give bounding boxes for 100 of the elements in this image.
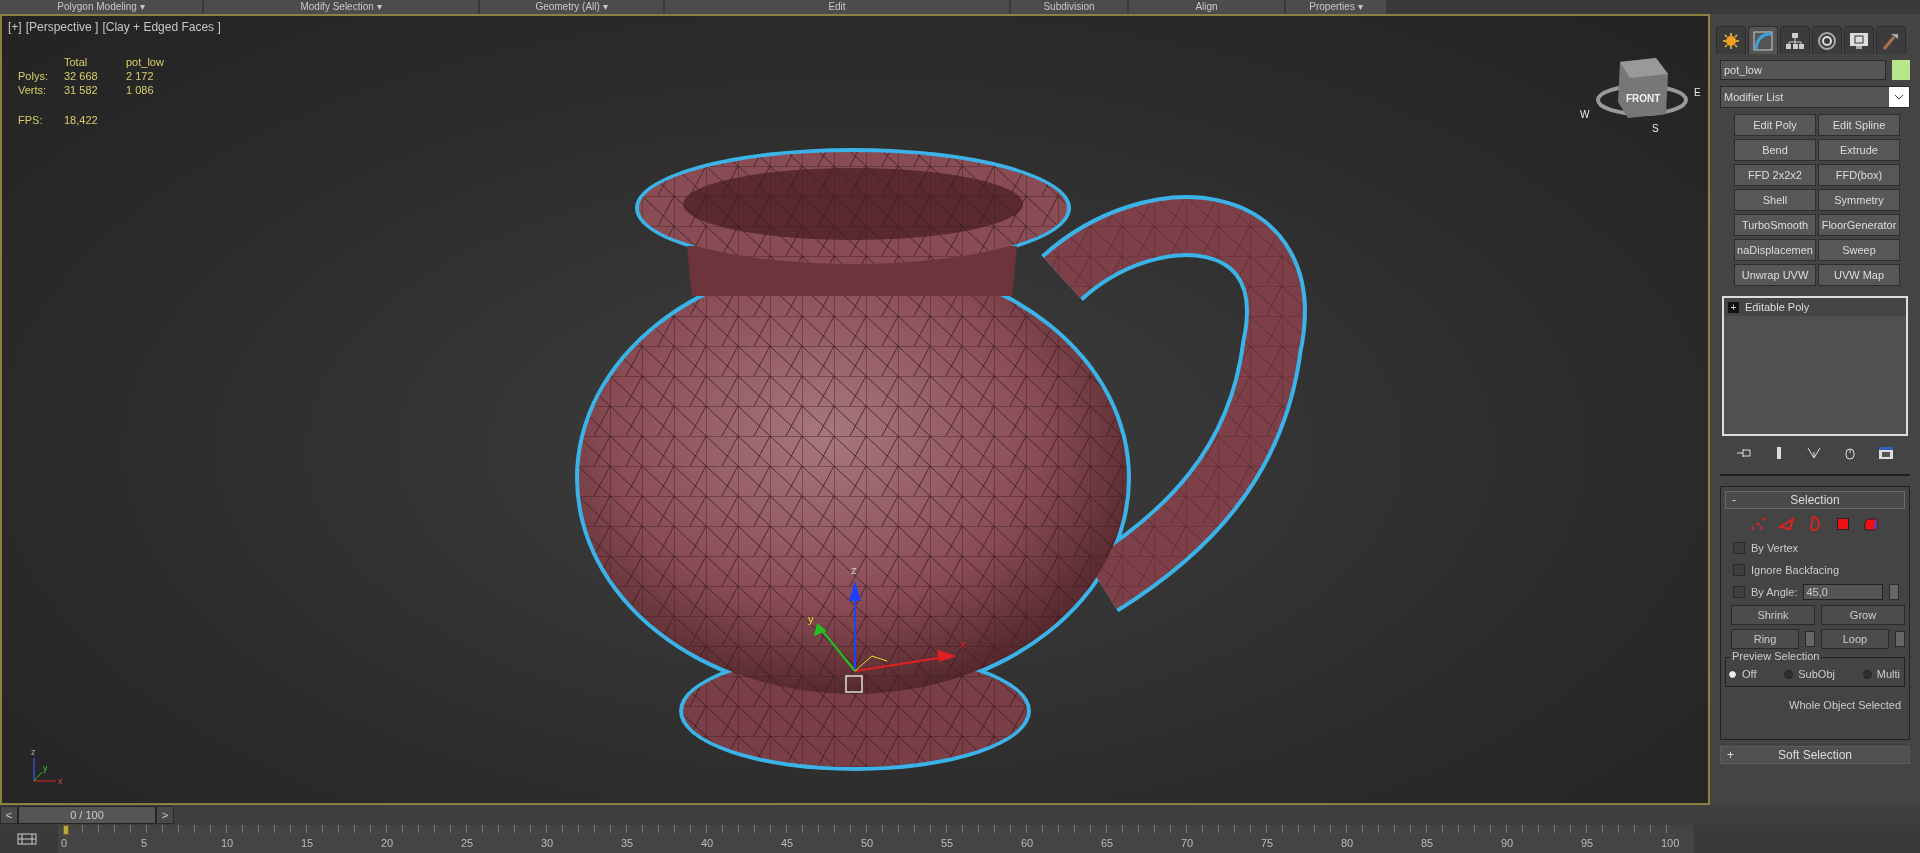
checkbox[interactable] xyxy=(1733,586,1745,598)
frame-number: 90 xyxy=(1501,837,1515,849)
timeline-ruler[interactable]: 0 5 10 15 20 25 30 35 40 45 50 55 60 65 70 75 80 85 90 95 100 xyxy=(58,825,1694,853)
object-color-swatch[interactable] xyxy=(1892,60,1910,80)
frame-number: 70 xyxy=(1181,837,1195,849)
selection-button[interactable]: Shrink xyxy=(1731,605,1815,625)
target-icon xyxy=(1817,30,1837,51)
radio-dot[interactable] xyxy=(1862,669,1872,679)
move-gizmo-drawing: x y z xyxy=(808,564,966,693)
subobject-button[interactable] xyxy=(1834,515,1852,533)
selection-button[interactable]: Loop xyxy=(1821,629,1889,649)
ribbon-tab[interactable]: Align xyxy=(1129,0,1284,14)
modifier-button[interactable]: FloorGenerator xyxy=(1818,214,1900,236)
modifier-button[interactable]: Unwrap UVW xyxy=(1734,264,1816,286)
command-panel-tab[interactable] xyxy=(1716,26,1746,54)
frame-number: 100 xyxy=(1661,837,1681,849)
frame-number: 50 xyxy=(861,837,875,849)
stack-item-label: Editable Poly xyxy=(1745,301,1810,313)
modifier-button[interactable]: Symmetry xyxy=(1818,189,1900,211)
next-frame-button[interactable]: > xyxy=(156,806,174,824)
fps-value: 18,422 xyxy=(64,114,99,126)
stats-label: Verts: xyxy=(18,84,48,96)
viewport-menu-label[interactable]: [+] xyxy=(8,20,22,34)
modifier-button[interactable]: Extrude xyxy=(1818,139,1900,161)
radio-dot[interactable] xyxy=(1784,669,1794,679)
selection-status: Whole Object Selected xyxy=(1788,698,1902,713)
frame-number: 75 xyxy=(1261,837,1275,849)
square-icon xyxy=(1837,518,1849,530)
command-panel-tab[interactable] xyxy=(1748,26,1778,54)
frame-number: 20 xyxy=(381,837,395,849)
stats-header: pot_low xyxy=(126,56,165,68)
ribbon-tab[interactable]: Edit xyxy=(665,0,1009,14)
modifier-button[interactable]: FFD 2x2x2 xyxy=(1734,164,1816,186)
modifier-button[interactable]: Bend xyxy=(1734,139,1816,161)
curve-icon xyxy=(1753,30,1773,51)
time-slider-thumb[interactable]: 0 / 100 xyxy=(18,806,156,824)
frame-number: 15 xyxy=(301,837,315,849)
hierarchy-icon xyxy=(1785,31,1805,50)
previous-frame-button[interactable]: < xyxy=(0,806,18,824)
ribbon-tab[interactable]: Subdivision xyxy=(1011,0,1127,14)
window-grid-icon[interactable] xyxy=(1878,446,1895,460)
angle-field[interactable]: 45,0 xyxy=(1803,584,1884,600)
modifier-button[interactable]: UVW Map xyxy=(1818,264,1900,286)
chevron-down-icon xyxy=(1894,94,1904,100)
checkbox[interactable] xyxy=(1733,542,1745,554)
rollout-header[interactable]: - Selection xyxy=(1725,491,1905,509)
command-panel-tab[interactable] xyxy=(1780,26,1810,54)
modifier-button[interactable]: Shell xyxy=(1734,189,1816,211)
modifier-button[interactable]: FFD(box) xyxy=(1818,164,1900,186)
viewport-menu-label[interactable]: [Perspective ] xyxy=(25,20,99,34)
subobject-button[interactable] xyxy=(1778,515,1796,533)
spinner-icon[interactable] xyxy=(1895,631,1905,647)
modifier-button[interactable]: naDisplacemen xyxy=(1734,239,1816,261)
expand-toggle[interactable]: + xyxy=(1728,301,1739,313)
checkbox[interactable] xyxy=(1733,564,1745,576)
radio-option[interactable]: Off xyxy=(1728,668,1757,680)
checkbox-label: By Vertex xyxy=(1751,542,1799,554)
radio-dot[interactable] xyxy=(1728,669,1737,679)
modifier-list-dropdown[interactable]: Modifier List xyxy=(1720,86,1910,108)
modifier-button[interactable]: Sweep xyxy=(1818,239,1900,261)
frame-number: 30 xyxy=(541,837,555,849)
monitor-icon xyxy=(1849,31,1869,50)
subobject-button[interactable] xyxy=(1862,515,1880,533)
ribbon-tab[interactable]: Modify Selection ▾ xyxy=(204,0,478,14)
fps-label: FPS: xyxy=(18,114,44,126)
frame-number: 5 xyxy=(141,837,149,849)
mouse-icon[interactable] xyxy=(1844,446,1855,460)
viewport-menu-label[interactable]: [Clay + Edged Faces ] xyxy=(102,20,221,34)
modifier-button[interactable]: Edit Spline xyxy=(1818,114,1900,136)
frame-number: 10 xyxy=(221,837,235,849)
pin-icon[interactable] xyxy=(1735,447,1752,459)
group-title: Preview Selection xyxy=(1730,650,1822,662)
rollout-header[interactable]: + Soft Selection xyxy=(1720,746,1910,764)
ribbon-tab[interactable]: Properties ▾ xyxy=(1286,0,1386,14)
ribbon-tab[interactable]: Geometry (All) ▾ xyxy=(480,0,663,14)
current-frame-marker[interactable] xyxy=(63,825,69,835)
modifier-button[interactable]: Edit Poly xyxy=(1734,114,1816,136)
frame-number: 80 xyxy=(1341,837,1355,849)
spinner-icon[interactable] xyxy=(1889,584,1900,600)
command-panel-tab[interactable] xyxy=(1844,26,1874,54)
viewcube-drawing: FRONT W S E xyxy=(1580,58,1701,134)
fork-icon[interactable] xyxy=(1807,446,1821,460)
stack-item[interactable]: + Editable Poly xyxy=(1724,298,1906,316)
stats-label: Polys: xyxy=(18,70,49,82)
radio-option[interactable]: Multi xyxy=(1862,668,1900,680)
frame-number: 35 xyxy=(621,837,635,849)
selection-button[interactable]: Grow xyxy=(1821,605,1905,625)
frame-number: 65 xyxy=(1101,837,1115,849)
stats-value: 31 582 xyxy=(64,84,99,96)
loop-icon xyxy=(1809,516,1821,532)
object-name-field[interactable]: pot_low xyxy=(1720,60,1886,80)
frame-number: 25 xyxy=(461,837,475,849)
command-panel-tab[interactable] xyxy=(1812,26,1842,54)
radio-option[interactable]: SubObj xyxy=(1784,668,1835,680)
modifier-button[interactable]: TurboSmooth xyxy=(1734,214,1816,236)
ribbon-tab[interactable]: Polygon Modeling ▾ xyxy=(0,0,202,14)
selection-button[interactable]: Ring xyxy=(1731,629,1799,649)
spinner-icon[interactable] xyxy=(1805,631,1815,647)
checkbox-label: Ignore Backfacing xyxy=(1751,564,1840,576)
frame-number: 55 xyxy=(941,837,955,849)
